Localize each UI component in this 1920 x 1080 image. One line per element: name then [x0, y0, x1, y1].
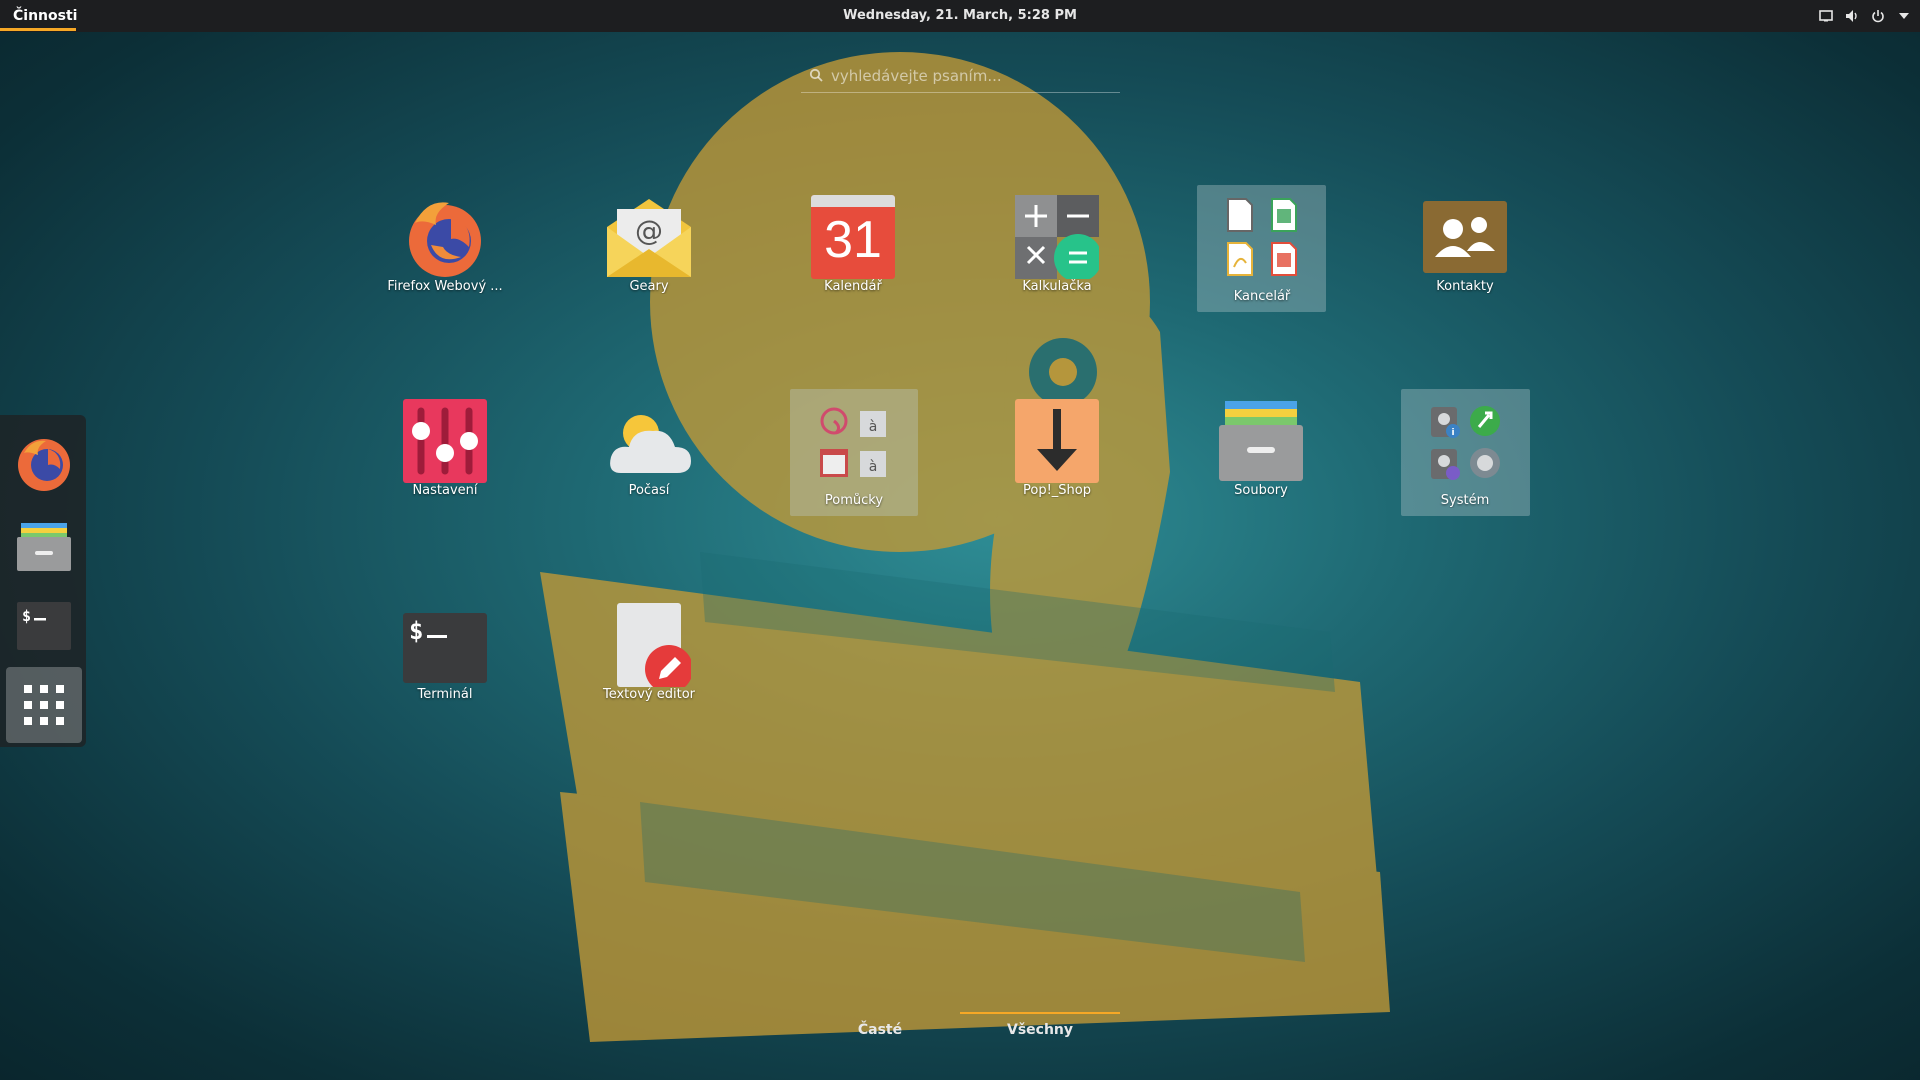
- dash-item-firefox[interactable]: [6, 425, 82, 501]
- system-tray[interactable]: [1818, 0, 1912, 32]
- top-bar: Činnosti Wednesday, 21. March, 5:28 PM: [0, 0, 1920, 32]
- app-firefox[interactable]: Firefox Webový ...: [381, 187, 509, 315]
- svg-text:$: $: [22, 607, 31, 625]
- text-editor-icon: [617, 603, 691, 687]
- app-label: Kalkulačka: [1022, 279, 1092, 294]
- weather-icon: [610, 415, 691, 473]
- app-label: Pomůcky: [824, 493, 884, 508]
- tab-all[interactable]: Všechny: [960, 1012, 1120, 1048]
- app-label: Textový editor: [602, 687, 696, 702]
- app-label: Systém: [1440, 493, 1490, 508]
- tab-label: Časté: [857, 1022, 903, 1038]
- app-label: Nastavení: [412, 483, 478, 498]
- app-label: Pop!_Shop: [1023, 483, 1091, 498]
- folder-system[interactable]: i Systém: [1401, 389, 1529, 517]
- app-calendar[interactable]: 31 Kalendář: [789, 187, 917, 315]
- wallpaper-art: [540, 52, 1390, 1042]
- app-text-editor[interactable]: Textový editor: [585, 595, 713, 723]
- contacts-icon: [1423, 201, 1507, 273]
- app-label: Terminál: [417, 687, 473, 702]
- system-folder-icon: i: [1431, 406, 1500, 480]
- calendar-icon: 31: [811, 195, 895, 279]
- firefox-icon: [409, 202, 481, 277]
- settings-icon: [403, 399, 487, 483]
- search-box[interactable]: [801, 60, 1120, 93]
- app-label: Kalendář: [824, 279, 882, 294]
- svg-text:à: à: [869, 419, 878, 435]
- screen-icon[interactable]: [1818, 8, 1834, 24]
- svg-text:$: $: [409, 617, 423, 645]
- app-settings[interactable]: Nastavení: [381, 391, 509, 519]
- folder-utilities[interactable]: à à Pomůcky: [790, 389, 918, 517]
- app-label: Počasí: [628, 483, 670, 498]
- app-popshop[interactable]: Pop!_Shop: [993, 391, 1121, 519]
- dash: $: [0, 415, 86, 747]
- app-label: Kontakty: [1436, 279, 1494, 294]
- app-label: Geary: [629, 279, 669, 294]
- files-icon: [17, 523, 71, 571]
- svg-text:@: @: [635, 214, 663, 247]
- firefox-icon: [18, 439, 70, 491]
- app-geary[interactable]: @ Geary: [585, 187, 713, 315]
- utilities-folder-icon: à à: [820, 407, 886, 477]
- volume-icon[interactable]: [1844, 8, 1860, 24]
- app-terminal[interactable]: $ Terminál: [381, 595, 509, 723]
- office-folder-icon: [1227, 198, 1297, 276]
- tab-frequent[interactable]: Časté: [800, 1012, 960, 1048]
- svg-text:i: i: [1451, 428, 1454, 438]
- tab-label: Všechny: [1006, 1022, 1074, 1038]
- svg-text:à: à: [869, 459, 878, 475]
- clock[interactable]: Wednesday, 21. March, 5:28 PM: [0, 0, 1920, 32]
- app-label: Firefox Webový ...: [387, 279, 503, 294]
- files-icon: [1219, 401, 1303, 481]
- app-label: Kancelář: [1233, 289, 1291, 304]
- power-icon[interactable]: [1870, 8, 1886, 24]
- dash-item-show-applications[interactable]: [6, 667, 82, 743]
- dash-item-files[interactable]: [6, 507, 82, 583]
- terminal-icon: $: [17, 602, 71, 650]
- download-icon: [1015, 399, 1099, 483]
- search-input[interactable]: [829, 64, 1113, 88]
- app-calculator[interactable]: Kalkulačka: [993, 187, 1121, 315]
- calculator-icon: [1015, 195, 1099, 279]
- dash-item-terminal[interactable]: $: [6, 589, 82, 665]
- mail-icon: @: [607, 199, 691, 277]
- app-label: Soubory: [1234, 483, 1288, 498]
- view-switcher: Časté Všechny: [800, 1012, 1120, 1048]
- search-icon: [809, 68, 823, 82]
- terminal-icon: $: [403, 613, 487, 683]
- app-files[interactable]: Soubory: [1197, 391, 1325, 519]
- calendar-day: 31: [824, 211, 882, 269]
- app-contacts[interactable]: Kontakty: [1401, 187, 1529, 315]
- clock-label: Wednesday, 21. March, 5:28 PM: [843, 8, 1077, 23]
- folder-office[interactable]: Kancelář: [1198, 187, 1326, 315]
- app-weather[interactable]: Počasí: [585, 391, 713, 519]
- chevron-down-icon[interactable]: [1896, 8, 1912, 24]
- app-grid-icon: [24, 685, 64, 725]
